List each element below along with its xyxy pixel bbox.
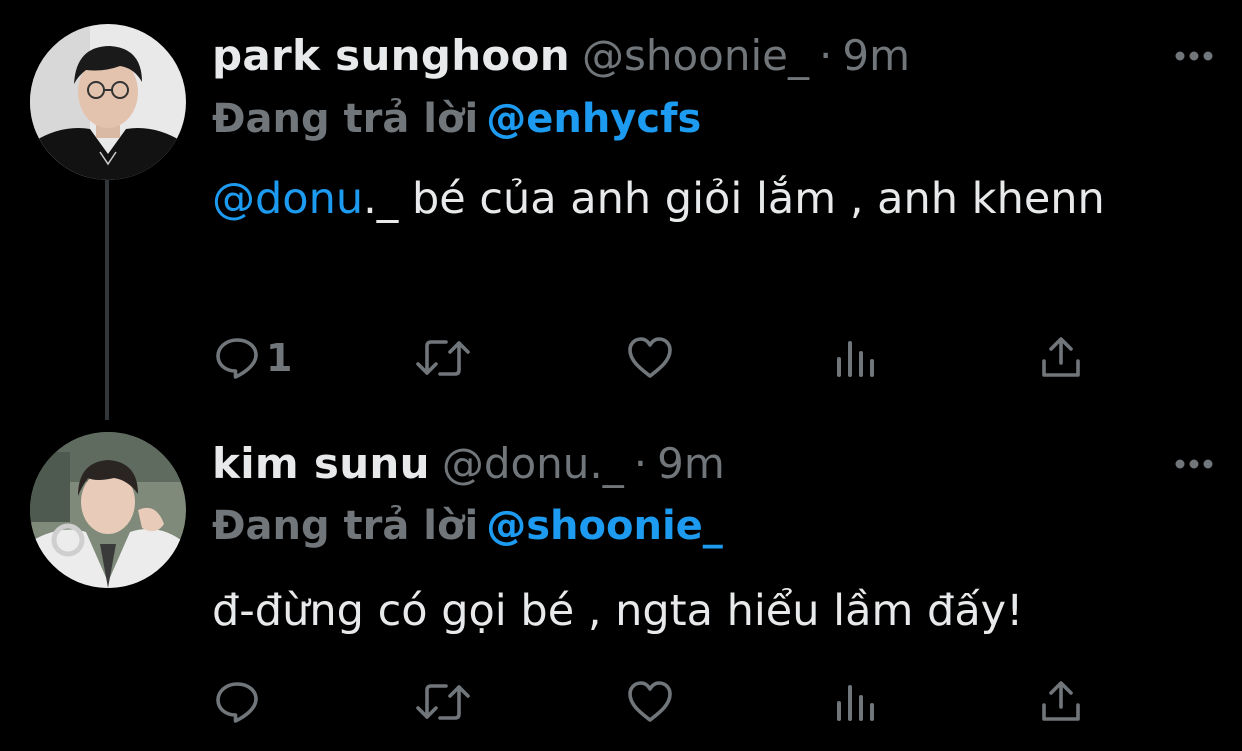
- user-handle[interactable]: @donu._: [442, 439, 624, 488]
- retweet-icon: [414, 679, 472, 725]
- avatar[interactable]: [30, 24, 186, 180]
- replying-to-label: Đang trả lời: [212, 96, 479, 142]
- views-button[interactable]: [834, 674, 878, 730]
- tweet-header: kim sunu @donu._ · 9m: [212, 438, 1122, 490]
- like-button[interactable]: [626, 330, 674, 386]
- display-name[interactable]: kim sunu: [212, 439, 430, 488]
- share-button[interactable]: [1040, 674, 1082, 730]
- views-icon: [834, 679, 878, 725]
- retweet-button[interactable]: [414, 330, 472, 386]
- replying-to: Đang trả lời @shoonie_: [212, 501, 723, 551]
- retweet-icon: [414, 335, 472, 381]
- separator-dot: ·: [633, 439, 648, 488]
- tweet-body: đ-đừng có gọi bé , ngta hiểu lầm đấy!: [212, 586, 1024, 636]
- timestamp[interactable]: 9m: [842, 31, 910, 80]
- share-icon: [1040, 335, 1082, 381]
- like-icon: [626, 679, 674, 725]
- share-icon: [1040, 679, 1082, 725]
- tweet-text: @donu._ bé của anh giỏi lắm , anh khenn: [212, 168, 1112, 230]
- reply-count: 1: [266, 336, 293, 380]
- reply-button[interactable]: 1: [214, 330, 292, 386]
- action-bar: [212, 674, 1112, 730]
- separator-dot: ·: [818, 31, 833, 80]
- action-bar: 1: [212, 330, 1112, 386]
- tweet-mention[interactable]: @donu: [212, 174, 363, 224]
- more-icon[interactable]: [1172, 46, 1216, 66]
- replying-to-mention[interactable]: @shoonie_: [486, 503, 723, 549]
- reply-icon: [214, 335, 260, 381]
- display-name[interactable]: park sunghoon: [212, 31, 570, 80]
- reply-icon: [214, 679, 260, 725]
- user-handle[interactable]: @shoonie_: [582, 31, 809, 80]
- tweet-text: đ-đừng có gọi bé , ngta hiểu lầm đấy!: [212, 580, 1112, 642]
- avatar[interactable]: [30, 432, 186, 588]
- timestamp[interactable]: 9m: [657, 439, 725, 488]
- tweet[interactable]: park sunghoon @shoonie_ · 9m Đang trả lời @e…: [0, 0, 1242, 410]
- reply-button[interactable]: [214, 674, 266, 730]
- replying-to-label: Đang trả lời: [212, 503, 479, 549]
- replying-to-mention[interactable]: @enhycfs: [486, 96, 701, 142]
- views-icon: [834, 335, 878, 381]
- tweet-header: park sunghoon @shoonie_ · 9m: [212, 30, 1122, 82]
- share-button[interactable]: [1040, 330, 1082, 386]
- more-icon[interactable]: [1172, 454, 1216, 474]
- like-button[interactable]: [626, 674, 674, 730]
- tweet-body: ._ bé của anh giỏi lắm , anh khenn: [363, 174, 1105, 224]
- retweet-button[interactable]: [414, 674, 472, 730]
- replying-to: Đang trả lời @enhycfs: [212, 94, 701, 144]
- views-button[interactable]: [834, 330, 878, 386]
- like-icon: [626, 335, 674, 381]
- tweet[interactable]: kim sunu @donu._ · 9m Đang trả lời @shoonie_…: [0, 410, 1242, 751]
